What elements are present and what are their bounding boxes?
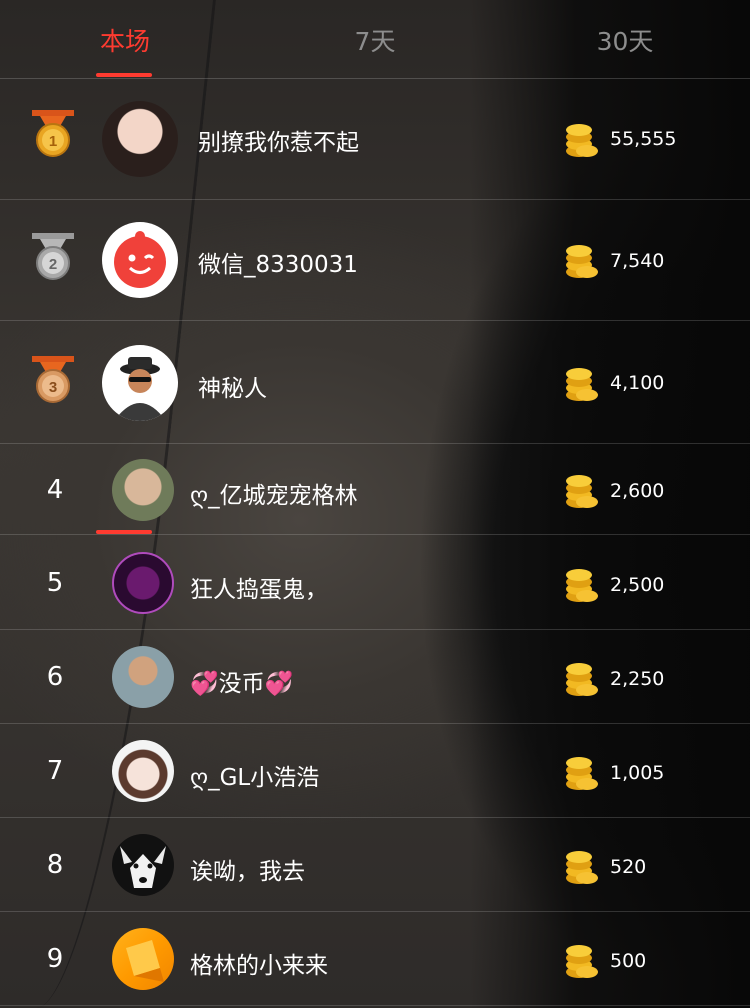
coin-amount: 2,600 xyxy=(610,480,665,502)
gold-coins-icon xyxy=(566,663,598,696)
user-name[interactable]: ღ_亿城宠宠格林 xyxy=(190,476,358,510)
gold-coins-icon xyxy=(566,245,598,278)
user-name[interactable]: 诶呦，我去 xyxy=(190,852,305,886)
svg-text:1: 1 xyxy=(49,133,57,150)
mystery-man-icon xyxy=(114,357,166,421)
svg-text:3: 3 xyxy=(49,379,57,396)
user-name[interactable]: 微信_8330031 xyxy=(198,245,358,279)
avatar[interactable] xyxy=(102,101,178,177)
avatar[interactable] xyxy=(102,345,178,421)
gold-coins-icon xyxy=(566,757,598,790)
user-name[interactable]: 格林的小来来 xyxy=(190,946,328,980)
gold-coins-icon xyxy=(566,475,598,508)
ranking-row-9[interactable]: 9 格林的小来来 500 xyxy=(0,911,750,1006)
coin-amount: 1,005 xyxy=(610,762,665,784)
coin-amount: 4,100 xyxy=(610,372,665,394)
rank-number: 7 xyxy=(46,756,64,786)
user-name[interactable]: 别撩我你惹不起 xyxy=(198,123,359,157)
rank-number: 8 xyxy=(46,850,64,880)
avatar[interactable] xyxy=(102,222,178,298)
user-name[interactable]: 💞没币💞 xyxy=(190,664,293,698)
avatar[interactable] xyxy=(112,552,174,614)
ranking-row-6[interactable]: 6 💞没币💞 2,250 xyxy=(0,629,750,724)
rank-number: 9 xyxy=(46,944,64,974)
ranking-row-8[interactable]: 8 诶呦，我去 520 xyxy=(0,817,750,912)
gold-coins-icon xyxy=(566,569,598,602)
coin-amount: 500 xyxy=(610,950,647,972)
silver-medal-icon: 2 xyxy=(32,233,74,280)
red-face-icon xyxy=(114,231,166,288)
user-name[interactable]: 狂人捣蛋鬼， xyxy=(190,570,328,604)
active-tab-indicator xyxy=(96,73,152,77)
coin-amount: 2,250 xyxy=(610,668,665,690)
period-tabs: 本场 7天 30天 xyxy=(0,0,750,79)
user-name[interactable]: ღ_GL小浩浩 xyxy=(190,758,319,792)
gold-coins-icon xyxy=(566,124,598,157)
tab-30-days[interactable]: 30天 xyxy=(550,22,700,62)
tab-7-days[interactable]: 7天 xyxy=(300,22,450,62)
ranking-row-3[interactable]: 3 神秘人 4,100 xyxy=(0,320,750,444)
coin-amount: 55,555 xyxy=(610,128,677,150)
svg-text:2: 2 xyxy=(49,256,57,273)
ranking-row-1[interactable]: 1 别撩我你惹不起 55,555 xyxy=(0,78,750,200)
ranking-row-7[interactable]: 7 ღ_GL小浩浩 1,005 xyxy=(0,723,750,818)
rank-number: 6 xyxy=(46,662,64,692)
rank-number: 4 xyxy=(46,475,64,505)
ranking-row-2[interactable]: 2 微信_8330031 7,540 xyxy=(0,199,750,321)
coin-amount: 2,500 xyxy=(610,574,665,596)
rank-number: 5 xyxy=(46,568,64,598)
avatar[interactable] xyxy=(112,928,174,990)
coin-amount: 520 xyxy=(610,856,647,878)
husky-dog-icon xyxy=(120,846,166,888)
avatar[interactable] xyxy=(112,459,174,521)
ranking-row-5[interactable]: 5 狂人捣蛋鬼， 2,500 xyxy=(0,535,750,630)
avatar[interactable] xyxy=(112,646,174,708)
gold-coins-icon xyxy=(566,368,598,401)
ranking-row-4[interactable]: 4 ღ_亿城宠宠格林 2,600 xyxy=(0,443,750,536)
tab-this-show[interactable]: 本场 xyxy=(50,22,200,62)
user-name[interactable]: 神秘人 xyxy=(198,369,267,403)
gold-medal-icon: 1 xyxy=(32,110,74,157)
gold-coins-icon xyxy=(566,851,598,884)
bronze-medal-icon: 3 xyxy=(32,356,74,403)
avatar[interactable] xyxy=(112,740,174,802)
orange-shapes-icon xyxy=(126,940,164,982)
gold-coins-icon xyxy=(566,945,598,978)
avatar[interactable] xyxy=(112,834,174,896)
coin-amount: 7,540 xyxy=(610,250,665,272)
